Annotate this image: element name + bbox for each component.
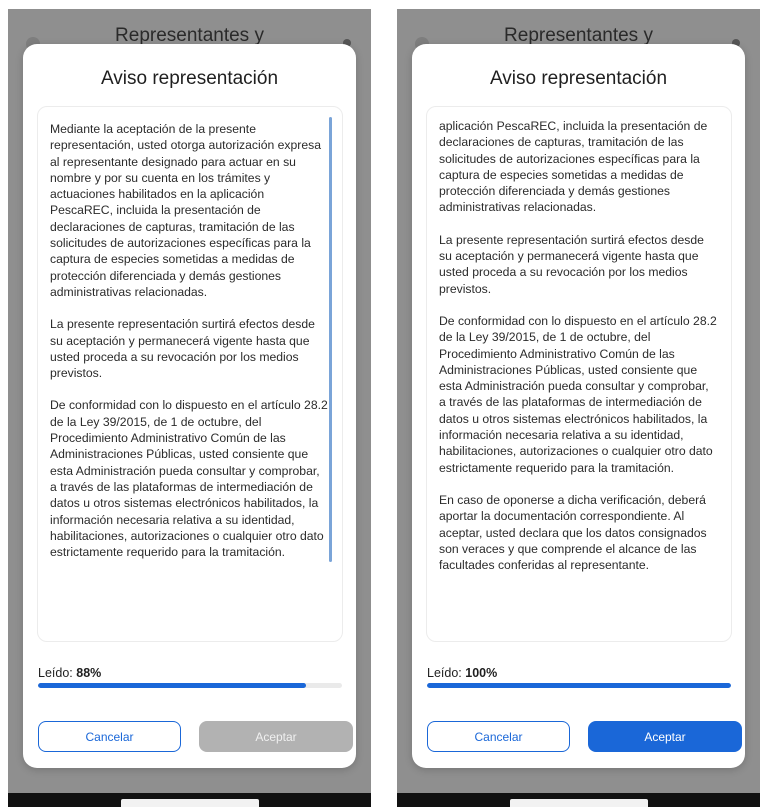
accept-button[interactable]: Aceptar [199,721,353,752]
read-progress-caption: Leído: [38,666,73,680]
screen-left: Representantes y Aviso representación Me… [8,9,371,807]
home-indicator[interactable] [509,799,648,807]
notice-paragraph: De conformidad con lo dispuesto en el ar… [50,398,328,560]
read-progress-bar [427,683,731,688]
home-indicator[interactable] [120,799,259,807]
read-progress-caption: Leído: [427,666,462,680]
notice-paragraph: La presente representación surtirá efect… [50,317,315,381]
notice-text-scroll-area[interactable]: Mediante la aceptación de la presente re… [37,106,343,642]
representation-notice-dialog: Aviso representación aplicación PescaREC… [412,44,745,768]
notice-text: aplicación PescaREC, incluida la present… [439,118,717,589]
notice-paragraph: En caso de oponerse a dicha verificación… [439,492,707,573]
read-progress-fill [427,683,731,688]
system-navigation-bar [397,793,760,807]
dialog-title: Aviso representación [100,68,279,89]
read-progress-label: Leído: 88% [38,666,101,680]
read-progress-fill [38,683,306,688]
system-navigation-bar [8,793,371,807]
notice-text: Mediante la aceptación de la presente re… [50,121,328,576]
notice-paragraph: aplicación PescaREC, incluida la present… [439,119,708,215]
scrollbar-thumb[interactable] [329,117,332,562]
notice-paragraph: La presente representación surtirá efect… [439,232,704,296]
read-progress-label: Leído: 100% [427,666,497,680]
notice-text-scroll-area[interactable]: aplicación PescaREC, incluida la present… [426,106,732,642]
accept-button[interactable]: Aceptar [588,721,742,752]
dialog-title: Aviso representación [489,68,668,89]
notice-paragraph: De conformidad con lo dispuesto en el ar… [439,313,717,475]
screen-right: Representantes y Aviso representación ap… [397,9,760,807]
read-progress-value: 100% [465,666,498,680]
notice-paragraph: Mediante la aceptación de la presente re… [50,122,321,299]
cancel-button[interactable]: Cancelar [427,721,570,752]
read-progress-bar [38,683,342,688]
cancel-button[interactable]: Cancelar [38,721,181,752]
representation-notice-dialog: Aviso representación Mediante la aceptac… [23,44,356,768]
read-progress-value: 88% [76,666,102,680]
